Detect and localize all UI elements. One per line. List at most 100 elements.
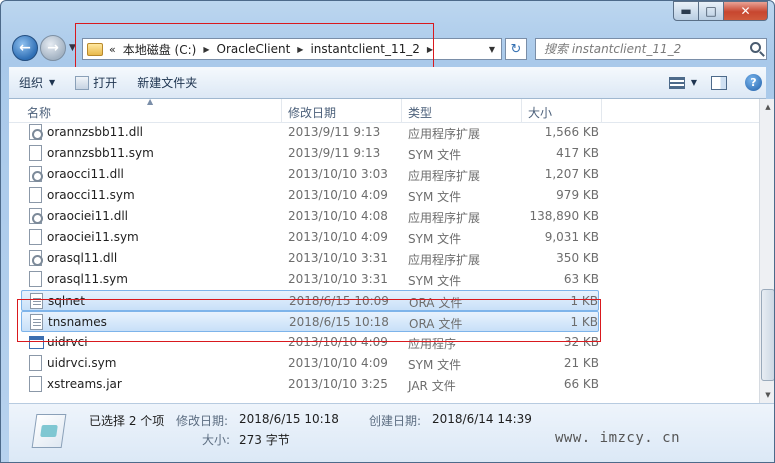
view-options-icon[interactable]	[668, 76, 685, 89]
file-size: 9,031 KB	[544, 230, 599, 244]
scrollbar-thumb[interactable]	[761, 289, 774, 381]
modified-date-label: 修改日期:	[176, 414, 229, 428]
file-modified-date: 2013/10/10 3:31	[288, 272, 388, 286]
column-header-name[interactable]: 名称	[27, 104, 51, 122]
sort-ascending-icon: ▲	[147, 97, 154, 106]
generic-file-icon	[29, 187, 42, 203]
file-row[interactable]: orannzsbb11.dll 2013/9/11 9:13 应用程序扩展 1,566…	[21, 122, 599, 143]
file-modified-date: 2013/10/10 3:31	[288, 251, 388, 265]
file-size: 66 KB	[563, 377, 599, 391]
generic-file-icon	[29, 145, 42, 161]
search-box[interactable]	[535, 38, 767, 60]
watermark-text: www. imzcy. cn	[555, 430, 681, 446]
file-name: orannzsbb11.dll	[47, 125, 143, 139]
modified-date-value: 2018/6/15 10:18	[239, 412, 339, 426]
details-pane: 已选择 2 个项 修改日期: 2018/6/15 10:18 创建日期: 201…	[9, 403, 774, 462]
created-date-value: 2018/6/14 14:39	[432, 412, 532, 426]
organize-label: 组织	[19, 76, 44, 90]
file-name: oraociei11.sym	[47, 230, 139, 244]
file-size: 1,566 KB	[544, 125, 599, 139]
file-name: xstreams.jar	[47, 377, 122, 391]
open-icon	[75, 75, 90, 90]
selection-count: 已选择 2 个项	[89, 414, 165, 428]
help-icon[interactable]: ?	[745, 74, 762, 91]
address-dropdown-icon[interactable]: ▼	[489, 45, 495, 54]
size-value: 273 字节	[239, 433, 290, 447]
file-row[interactable]: oraociei11.dll 2013/10/10 4:08 应用程序扩展 138,8…	[21, 206, 599, 227]
back-button[interactable]: ←	[12, 35, 38, 61]
generic-file-icon	[29, 229, 42, 245]
file-row[interactable]: oraociei11.sym 2013/10/10 4:09 SYM 文件 9,031…	[21, 227, 599, 248]
file-size: 21 KB	[563, 356, 599, 370]
column-divider[interactable]	[401, 99, 402, 123]
search-input[interactable]	[544, 42, 744, 56]
file-name: oraocci11.dll	[47, 167, 124, 181]
new-folder-label: 新建文件夹	[137, 76, 198, 90]
file-row[interactable]: xstreams.jar 2013/10/10 3:25 JAR 文件 66 KB	[21, 374, 599, 395]
file-modified-date: 2013/10/10 4:08	[288, 209, 388, 223]
column-header-size[interactable]: 大小	[528, 104, 552, 122]
file-row[interactable]: orasql11.sym 2013/10/10 3:31 SYM 文件 63 KB	[21, 269, 599, 290]
file-type: SYM 文件	[408, 358, 462, 372]
open-button[interactable]: 打开	[65, 67, 127, 98]
scroll-up-arrow-icon[interactable]: ▲	[760, 99, 774, 115]
generic-file-icon	[29, 376, 42, 392]
annotation-highlight-address	[75, 23, 434, 72]
minimize-button[interactable]: ▬	[673, 1, 699, 21]
file-row[interactable]: oraocci11.sym 2013/10/10 4:09 SYM 文件 979 KB	[21, 185, 599, 206]
file-type: 应用程序扩展	[408, 253, 481, 267]
size-label: 大小:	[202, 433, 231, 447]
column-header-type[interactable]: 类型	[408, 104, 432, 122]
file-modified-date: 2013/10/10 3:03	[288, 167, 388, 181]
forward-button[interactable]: →	[40, 35, 66, 61]
file-modified-date: 2013/9/11 9:13	[288, 125, 381, 139]
organize-menu[interactable]: 组织 ▼	[9, 67, 65, 98]
file-modified-date: 2013/9/11 9:13	[288, 146, 381, 160]
file-type: 应用程序扩展	[408, 169, 481, 183]
dll-file-icon	[29, 124, 43, 140]
file-size: 138,890 KB	[529, 209, 599, 223]
file-size: 979 KB	[556, 188, 599, 202]
dll-file-icon	[29, 208, 43, 224]
file-row[interactable]: uidrvci.sym 2013/10/10 4:09 SYM 文件 21 KB	[21, 353, 599, 374]
scroll-down-arrow-icon[interactable]: ▼	[760, 387, 774, 403]
file-row[interactable]: orasql11.dll 2013/10/10 3:31 应用程序扩展 350 KB	[21, 248, 599, 269]
file-name: oraociei11.dll	[47, 209, 128, 223]
file-row[interactable]: orannzsbb11.sym 2013/9/11 9:13 SYM 文件 417 K…	[21, 143, 599, 164]
file-size: 417 KB	[556, 146, 599, 160]
search-icon[interactable]	[750, 42, 761, 53]
new-folder-button[interactable]: 新建文件夹	[127, 67, 207, 98]
file-type: SYM 文件	[408, 190, 462, 204]
chevron-down-icon[interactable]: ▼	[691, 78, 697, 87]
file-type: 应用程序扩展	[408, 211, 481, 225]
generic-file-icon	[29, 271, 42, 287]
file-size: 350 KB	[556, 251, 599, 265]
file-row[interactable]: oraocci11.dll 2013/10/10 3:03 应用程序扩展 1,207 …	[21, 164, 599, 185]
dll-file-icon	[29, 166, 43, 182]
column-divider[interactable]	[281, 99, 282, 123]
file-name: orasql11.dll	[47, 251, 118, 265]
refresh-button[interactable]: ↻	[505, 38, 527, 60]
file-list: ▲ 名称 修改日期 类型 大小 orannzsbb11.dll 2013/9/11…	[9, 97, 759, 403]
open-label: 打开	[93, 76, 118, 90]
window-controls: ▬ □ ✕	[673, 1, 768, 21]
chevron-down-icon: ▼	[49, 78, 56, 87]
file-name: oraocci11.sym	[47, 188, 135, 202]
column-divider[interactable]	[601, 99, 602, 123]
preview-pane-icon[interactable]	[711, 75, 727, 90]
file-type: 应用程序扩展	[408, 127, 481, 141]
annotation-highlight-files	[17, 299, 601, 342]
column-divider[interactable]	[521, 99, 522, 123]
command-bar: 组织 ▼ 打开 新建文件夹 ▼ ?	[9, 67, 766, 99]
vertical-scrollbar[interactable]: ▲ ▼	[759, 99, 774, 403]
file-name: uidrvci.sym	[47, 356, 117, 370]
file-type: SYM 文件	[408, 232, 462, 246]
file-name: orannzsbb11.sym	[47, 146, 154, 160]
file-name: orasql11.sym	[47, 272, 128, 286]
file-modified-date: 2013/10/10 3:25	[288, 377, 388, 391]
explorer-window: ▬ □ ✕ ← → ▼ « 本地磁盘 (C:) ▶ OracleClient ▶…	[0, 0, 775, 463]
column-header-date[interactable]: 修改日期	[288, 104, 336, 122]
dll-file-icon	[29, 250, 43, 266]
maximize-button[interactable]: □	[699, 1, 724, 21]
close-button[interactable]: ✕	[724, 1, 768, 21]
